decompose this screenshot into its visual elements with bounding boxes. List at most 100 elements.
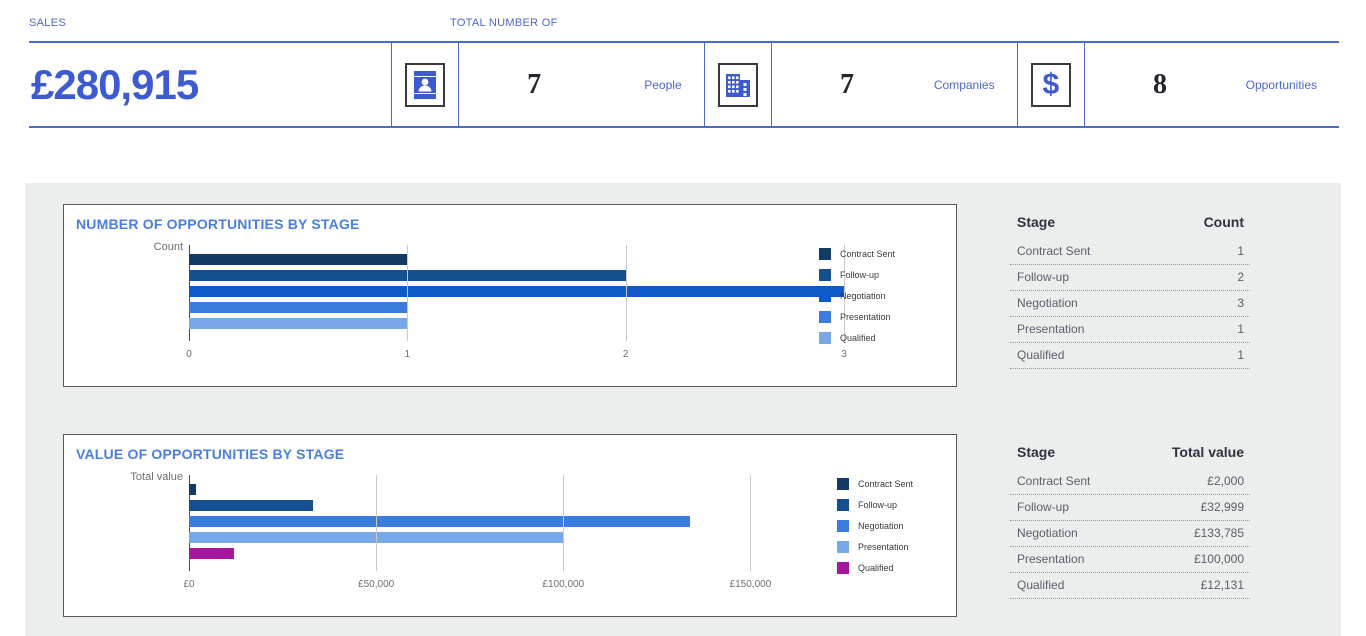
legend-item: Negotiation (837, 515, 987, 536)
legend-label: Presentation (858, 541, 909, 552)
legend-swatch (837, 477, 849, 490)
companies-icon-cell (703, 43, 771, 126)
cell-value: £12,131 (1200, 578, 1244, 592)
cell-value: 2 (1237, 270, 1244, 284)
companies-metric-cell: 7 Companies (771, 43, 1017, 126)
kpi-row: £280,915 7 People 7 Companies $ 8 Opport… (29, 41, 1339, 128)
table-row: Qualified £12,131 (1010, 573, 1250, 599)
cell-stage: Qualified (1017, 348, 1065, 362)
stage-count-table: Stage Count Contract Sent 1 Follow-up 2 Nego… (1010, 214, 1250, 369)
bar-presentation (189, 302, 408, 313)
building-icon (717, 62, 758, 107)
chart-title-count: NUMBER OF OPPORTUNITIES BY STAGE (76, 216, 360, 232)
opportunities-count: 8 (1153, 68, 1167, 100)
cell-value: 1 (1237, 322, 1244, 336)
chart-card-value: VALUE OF OPPORTUNITIES BY STAGE £0 £50,00… (63, 434, 957, 617)
column-header-stage: Stage (1017, 214, 1056, 230)
bar-contract-sent (189, 254, 408, 265)
table-row: Follow-up £32,999 (1010, 495, 1250, 521)
x-tick-label: £50,000 (358, 579, 395, 590)
table-row: Contract Sent 1 (1010, 239, 1250, 265)
legend-label: Presentation (840, 311, 891, 322)
legend-item: Follow-up (819, 264, 969, 285)
legend-swatch (819, 310, 831, 323)
cell-value: £133,785 (1193, 526, 1244, 540)
bar-follow-up (189, 500, 313, 511)
bar-negotiation (189, 286, 844, 297)
table-row: Qualified 1 (1010, 343, 1250, 369)
legend-item: Qualified (837, 557, 987, 578)
legend-label: Contract Sent (858, 478, 914, 489)
legend-swatch (819, 331, 831, 344)
legend-swatch (837, 519, 849, 532)
table-row: Presentation 1 (1010, 317, 1250, 343)
x-axis-ticklabels-count: 0 1 2 3 (64, 349, 958, 367)
cell-stage: Presentation (1017, 552, 1085, 566)
legend-label: Qualified (840, 332, 876, 343)
cell-value: £100,000 (1193, 552, 1244, 566)
table-header-row: Stage Total value (1010, 444, 1250, 469)
x-tick-label: 3 (841, 349, 847, 360)
x-tick-label: 1 (404, 349, 411, 360)
legend-swatch (819, 268, 831, 281)
legend-item: Presentation (837, 536, 987, 557)
bar-contract-sent (189, 484, 197, 495)
opportunities-metric-cell: 8 Opportunities (1084, 43, 1339, 126)
opportunities-icon-cell: $ (1016, 43, 1084, 126)
total-number-of-caption: TOTAL NUMBER OF (450, 17, 558, 29)
x-axis-ticklabels-value: £0 £50,000 £100,000 £150,000 (64, 579, 958, 597)
x-tick-label: £0 (183, 579, 195, 590)
legend-label: Qualified (858, 562, 894, 573)
column-header-stage: Stage (1017, 444, 1056, 460)
cell-stage: Contract Sent (1017, 244, 1091, 258)
companies-count: 7 (840, 68, 855, 100)
cell-stage: Negotiation (1017, 526, 1078, 540)
table-row: Contract Sent £2,000 (1010, 469, 1250, 495)
x-tick-label: £150,000 (729, 579, 772, 590)
plot-area-value: £0 £50,000 £100,000 £150,000 Total value (64, 467, 958, 617)
legend-label: Negotiation (858, 520, 904, 531)
legend-item: Qualified (819, 327, 969, 348)
column-header-value: Total value (1171, 444, 1244, 460)
opportunities-value-block: VALUE OF OPPORTUNITIES BY STAGE £0 £50,00… (25, 434, 1341, 630)
legend-label: Follow-up (840, 269, 880, 280)
gridline (407, 245, 409, 341)
x-tick-label: 2 (622, 349, 629, 360)
x-tick-label: 0 (186, 349, 192, 360)
y-axis-label-value: Total value (130, 471, 183, 483)
legend-swatch (837, 540, 849, 553)
sales-value-cell: £280,915 (29, 43, 391, 126)
legend-swatch (837, 561, 849, 574)
bar-qualified (189, 318, 408, 329)
cell-value: 1 (1237, 348, 1244, 362)
legend-item: Negotiation (819, 285, 969, 306)
legend-label: Negotiation (840, 290, 886, 301)
cell-stage: Qualified (1017, 578, 1065, 592)
bar-series-count (189, 254, 844, 346)
table-header-row: Stage Count (1010, 214, 1250, 239)
bar-negotiation (189, 516, 690, 527)
opportunities-label: Opportunities (1245, 77, 1318, 92)
cell-value: £2,000 (1207, 474, 1244, 488)
cell-value: 3 (1237, 296, 1244, 310)
table-row: Follow-up 2 (1010, 265, 1250, 291)
companies-label: Companies (933, 77, 995, 92)
gridline (750, 475, 752, 571)
legend-item: Contract Sent (837, 473, 987, 494)
legend-swatch (819, 247, 831, 260)
chart-title-value: VALUE OF OPPORTUNITIES BY STAGE (76, 446, 345, 462)
cell-stage: Presentation (1017, 322, 1085, 336)
table-row: Negotiation £133,785 (1010, 521, 1250, 547)
legend-item: Follow-up (837, 494, 987, 515)
dashboard-body: NUMBER OF OPPORTUNITIES BY STAGE 0 1 2 3 Co… (25, 183, 1341, 636)
legend-item: Contract Sent (819, 243, 969, 264)
kpi-header: SALES TOTAL NUMBER OF £280,915 7 People (0, 0, 1366, 128)
cell-value: £32,999 (1200, 500, 1244, 514)
x-tick-label: £100,000 (542, 579, 585, 590)
bar-qualified (189, 548, 235, 559)
dollar-icon: $ (1030, 62, 1071, 107)
cell-stage: Follow-up (1017, 270, 1070, 284)
gridline (376, 475, 378, 571)
chart-legend-count: Contract Sent Follow-up Negotiation Present… (819, 243, 969, 348)
legend-label: Contract Sent (840, 248, 896, 259)
